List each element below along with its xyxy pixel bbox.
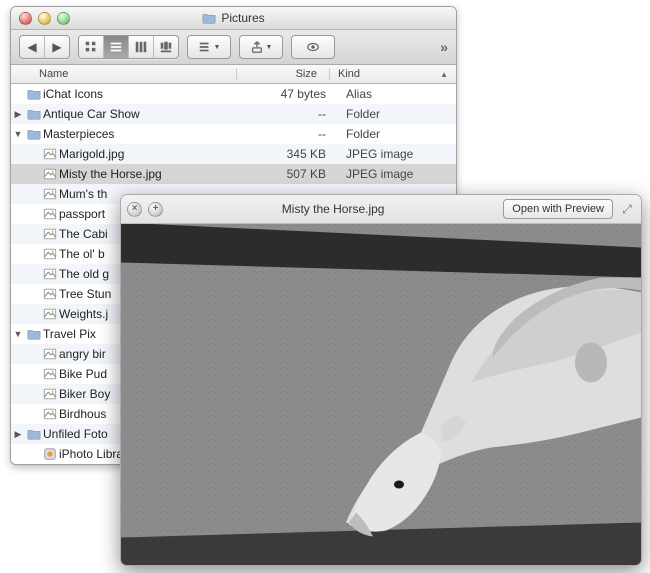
action-button[interactable]: ▼	[239, 35, 283, 59]
image-icon	[41, 287, 59, 301]
window-title: Pictures	[11, 11, 456, 25]
file-row[interactable]: iChat Icons 47 bytesAlias	[11, 84, 456, 104]
quicklook-button[interactable]	[291, 35, 335, 59]
window-title-text: Pictures	[221, 11, 264, 25]
file-row[interactable]: ▶ Antique Car Show --Folder	[11, 104, 456, 124]
file-kind: Alias	[338, 87, 456, 101]
disclosure-triangle-icon[interactable]: ▼	[11, 329, 25, 339]
file-name: Masterpieces	[43, 127, 114, 141]
file-kind: JPEG image	[338, 167, 456, 181]
file-kind: Folder	[338, 127, 456, 141]
file-name: The ol' b	[59, 247, 105, 261]
file-size: 507 KB	[246, 167, 338, 181]
folder-icon	[25, 427, 43, 441]
image-icon	[41, 187, 59, 201]
file-row[interactable]: Misty the Horse.jpg 507 KBJPEG image	[11, 164, 456, 184]
ql-zoom-button[interactable]: +	[148, 202, 163, 217]
file-row[interactable]: Marigold.jpg 345 KBJPEG image	[11, 144, 456, 164]
file-name: Mum's th	[59, 187, 107, 201]
open-with-preview-button[interactable]: Open with Preview	[503, 199, 613, 219]
quicklook-image	[121, 224, 641, 566]
icon-view-button[interactable]	[79, 36, 104, 58]
folder-icon	[25, 87, 43, 101]
file-kind: JPEG image	[338, 147, 456, 161]
file-name: Unfiled Foto	[43, 427, 108, 441]
fullscreen-button[interactable]: ⤢	[619, 202, 635, 217]
column-kind[interactable]: Kind ▲	[330, 68, 456, 80]
column-name[interactable]: Name	[11, 68, 237, 80]
file-size: 345 KB	[246, 147, 338, 161]
folder-icon	[25, 107, 43, 121]
column-size[interactable]: Size	[237, 68, 330, 80]
file-size: --	[246, 127, 338, 141]
image-icon	[41, 367, 59, 381]
file-name: passport	[59, 207, 105, 221]
file-name: iChat Icons	[43, 87, 103, 101]
quicklook-title: Misty the Horse.jpg	[169, 202, 497, 216]
file-name: The Cabi	[59, 227, 108, 241]
ql-close-button[interactable]: ×	[127, 202, 142, 217]
file-name: angry bir	[59, 347, 106, 361]
file-name: Misty the Horse.jpg	[59, 167, 162, 181]
file-name: Antique Car Show	[43, 107, 140, 121]
image-icon	[41, 247, 59, 261]
file-name-cell: ▼ Masterpieces	[11, 127, 246, 141]
coverflow-view-button[interactable]	[154, 36, 178, 58]
file-name: Marigold.jpg	[59, 147, 124, 161]
file-kind: Folder	[338, 107, 456, 121]
file-name: iPhoto Libra	[59, 447, 123, 461]
quicklook-titlebar[interactable]: × + Misty the Horse.jpg Open with Previe…	[121, 195, 641, 224]
file-size: 47 bytes	[246, 87, 338, 101]
back-button[interactable]: ◀	[20, 36, 45, 58]
zoom-button[interactable]	[57, 12, 70, 25]
view-buttons	[78, 35, 179, 59]
sort-indicator-icon: ▲	[440, 70, 448, 79]
file-name: Weights.j	[59, 307, 108, 321]
file-name-cell: Marigold.jpg	[11, 147, 246, 161]
disclosure-triangle-icon[interactable]: ▶	[11, 109, 25, 120]
list-view-button[interactable]	[104, 36, 129, 58]
image-icon	[41, 407, 59, 421]
disclosure-triangle-icon[interactable]: ▼	[11, 129, 25, 139]
image-icon	[41, 227, 59, 241]
image-icon	[41, 167, 59, 181]
close-button[interactable]	[19, 12, 32, 25]
arrange-button[interactable]: ▼	[187, 35, 231, 59]
finder-toolbar: ◀ ▶ ▼ ▼ »	[11, 30, 456, 65]
folder-icon	[25, 127, 43, 141]
nav-buttons: ◀ ▶	[19, 35, 70, 59]
image-icon	[41, 387, 59, 401]
file-name: Birdhous	[59, 407, 106, 421]
file-name: Travel Pix	[43, 327, 96, 341]
image-icon	[41, 307, 59, 321]
toolbar-overflow-button[interactable]: »	[440, 39, 448, 55]
minimize-button[interactable]	[38, 12, 51, 25]
image-icon	[41, 347, 59, 361]
image-icon	[41, 207, 59, 221]
forward-button[interactable]: ▶	[45, 36, 69, 58]
file-row[interactable]: ▼ Masterpieces --Folder	[11, 124, 456, 144]
folder-icon	[202, 11, 216, 25]
file-size: --	[246, 107, 338, 121]
file-name-cell: Misty the Horse.jpg	[11, 167, 246, 181]
column-kind-label: Kind	[338, 68, 360, 80]
image-icon	[41, 267, 59, 281]
file-name: Biker Boy	[59, 387, 110, 401]
finder-titlebar[interactable]: Pictures	[11, 7, 456, 30]
folder-icon	[25, 327, 43, 341]
file-name: Bike Pud	[59, 367, 107, 381]
file-name-cell: iChat Icons	[11, 87, 246, 101]
file-name: Tree Stun	[59, 287, 111, 301]
list-header: Name Size Kind ▲	[11, 65, 456, 84]
traffic-lights	[11, 12, 70, 25]
image-icon	[41, 147, 59, 161]
file-name: The old g	[59, 267, 109, 281]
app-icon	[41, 447, 59, 461]
quicklook-window: × + Misty the Horse.jpg Open with Previe…	[120, 194, 642, 566]
file-name-cell: ▶ Antique Car Show	[11, 107, 246, 121]
disclosure-triangle-icon[interactable]: ▶	[11, 429, 25, 440]
column-view-button[interactable]	[129, 36, 154, 58]
